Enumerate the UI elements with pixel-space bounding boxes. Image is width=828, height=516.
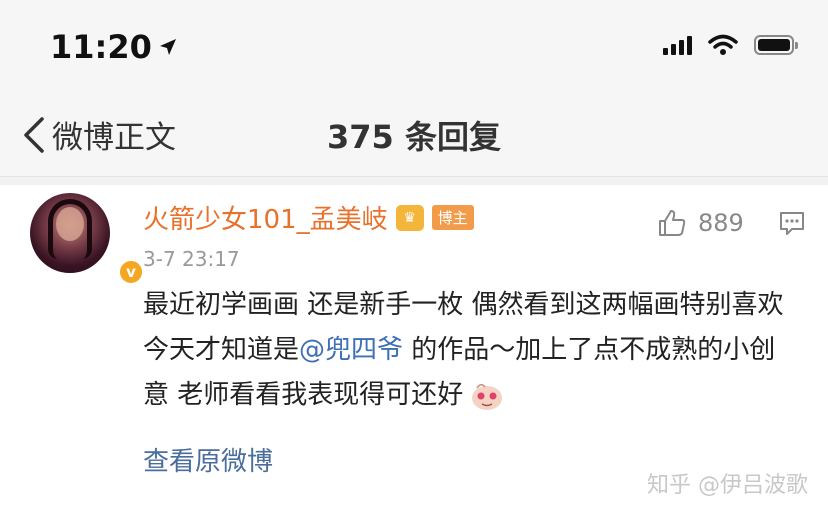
verified-icon: v (118, 259, 144, 285)
navigation-bar: 微博正文 375 条回复 (0, 100, 828, 177)
watermark: 知乎 @伊吕波歌 (647, 473, 808, 498)
wifi-icon (708, 34, 738, 55)
page-title: 375 条回复 (327, 118, 501, 156)
status-time: 11:20 (50, 28, 178, 66)
battery-icon (754, 35, 798, 55)
location-arrow-icon (159, 39, 176, 55)
view-original-link[interactable]: 查看原微博 (143, 441, 273, 478)
thumbs-up-icon (659, 210, 686, 236)
status-time-text: 11:20 (50, 28, 152, 66)
username-row: 火箭少女101_孟美岐 ♛ 博主 (143, 199, 474, 236)
mention-link[interactable]: @兜四爷 (299, 335, 403, 365)
comment-item: v 火箭少女101_孟美岐 ♛ 博主 3-7 23:17 889 最近初学画画 … (0, 185, 828, 516)
comment-text: 最近初学画画 还是新手一枚 偶然看到这两幅画特别喜欢 今天才知道是@兜四爷 的作… (143, 283, 793, 418)
comment-timestamp: 3-7 23:17 (143, 247, 240, 271)
section-separator (0, 177, 828, 185)
avatar[interactable]: v (30, 193, 144, 285)
status-bar: 11:20 (0, 0, 828, 100)
comment-icon[interactable] (778, 209, 806, 237)
like-button[interactable]: 889 (656, 207, 744, 239)
emoji-sticker-icon (472, 383, 503, 410)
vip-crown-icon: ♛ (395, 204, 424, 231)
signal-icon (663, 35, 692, 55)
like-count: 889 (698, 209, 744, 237)
status-icons (663, 34, 798, 56)
username[interactable]: 火箭少女101_孟美岐 (143, 199, 388, 236)
owner-badge: 博主 (431, 205, 474, 230)
